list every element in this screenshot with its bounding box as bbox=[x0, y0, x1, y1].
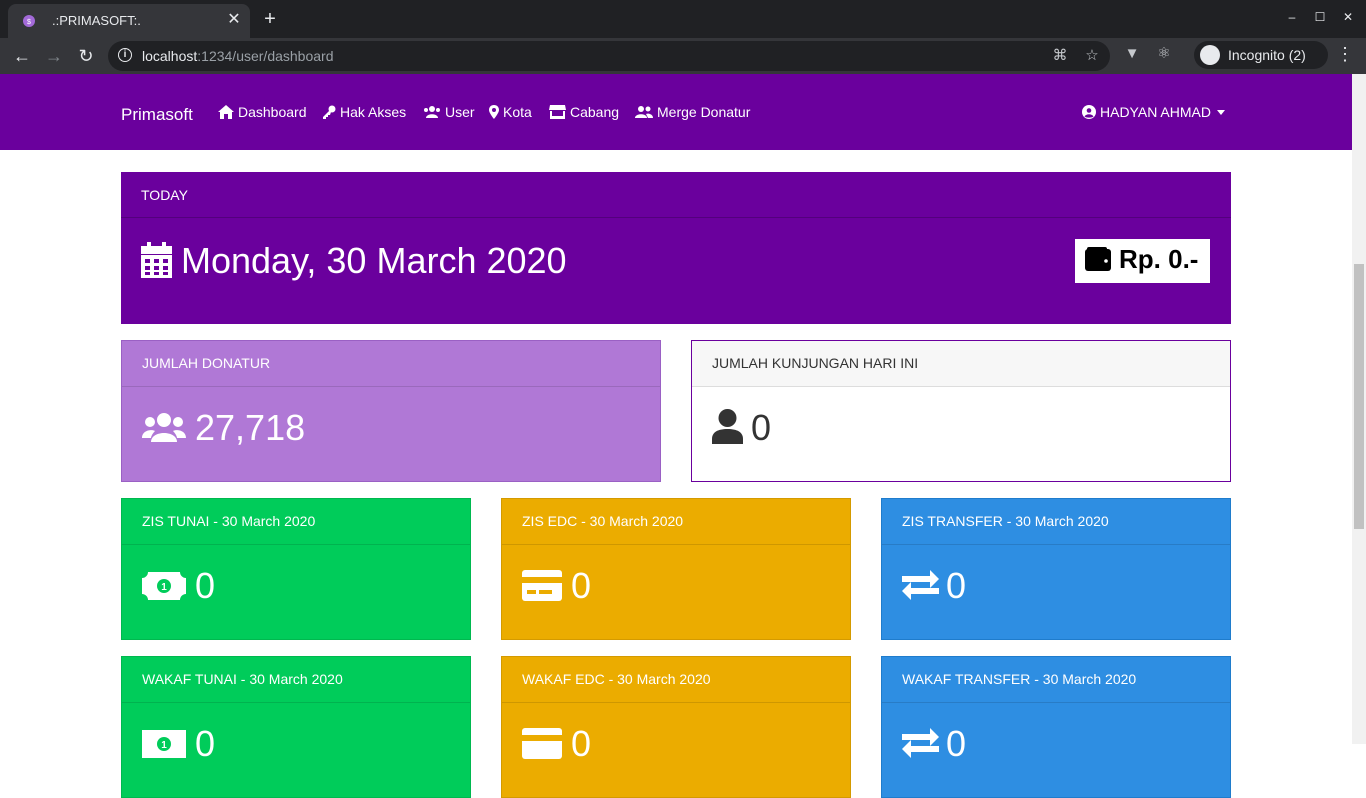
site-favicon-icon: $ bbox=[23, 15, 35, 27]
new-tab-icon[interactable]: + bbox=[258, 8, 282, 32]
site-info-icon[interactable]: i bbox=[118, 48, 132, 62]
minimize-icon[interactable]: – bbox=[1284, 10, 1300, 24]
today-card: TODAY Monday, 30 March 2020 Rp. 0.- bbox=[121, 172, 1231, 324]
zis-tunai-header-text: ZIS TUNAI - 30 March 2020 bbox=[142, 513, 316, 529]
bookmark-star-icon[interactable]: ☆ bbox=[1082, 46, 1102, 66]
translate-icon[interactable]: ⌘ bbox=[1050, 46, 1070, 66]
svg-text:$: $ bbox=[27, 19, 31, 26]
wakaf-edc-card: WAKAF EDC - 30 March 2020 0 bbox=[501, 656, 851, 798]
donatur-card: JUMLAH DONATUR 27,718 bbox=[121, 340, 661, 482]
incognito-label: Incognito (2) bbox=[1228, 47, 1306, 63]
reload-icon[interactable]: ↻ bbox=[74, 44, 98, 68]
user-icon bbox=[712, 409, 743, 444]
wakaf-transfer-value: 0 bbox=[946, 723, 967, 764]
window-close-icon[interactable]: ✕ bbox=[1340, 10, 1356, 24]
nav-cabang-label: Cabang bbox=[570, 104, 620, 120]
today-header-text: TODAY bbox=[141, 187, 188, 203]
wakaf-edc-value: 0 bbox=[571, 723, 592, 764]
nav-kota-label: Kota bbox=[503, 104, 532, 120]
wakaf-transfer-card: WAKAF TRANSFER - 30 March 2020 0 bbox=[881, 656, 1231, 798]
forward-icon[interactable]: → bbox=[42, 44, 66, 68]
wakaf-tunai-value: 0 bbox=[195, 723, 216, 764]
today-date: Monday, 30 March 2020 bbox=[181, 240, 567, 281]
vue-devtools-icon[interactable]: ▼ bbox=[1122, 44, 1142, 64]
money-bill-icon: 1 bbox=[142, 730, 186, 758]
donatur-value: 27,718 bbox=[195, 407, 306, 448]
zis-transfer-card-header: ZIS TRANSFER - 30 March 2020 bbox=[882, 499, 1230, 545]
wakaf-tunai-header-text: WAKAF TUNAI - 30 March 2020 bbox=[142, 671, 343, 687]
nav-hak-akses[interactable]: Hak Akses bbox=[322, 104, 406, 120]
nav-merge-donatur[interactable]: Merge Donatur bbox=[635, 104, 750, 120]
store-icon bbox=[549, 105, 566, 119]
nav-user[interactable]: User bbox=[423, 104, 475, 120]
address-bar[interactable]: i localhost:1234/user/dashboard ⌘ ☆ bbox=[108, 41, 1110, 71]
wakaf-tunai-card-header: WAKAF TUNAI - 30 March 2020 bbox=[122, 657, 470, 703]
zis-transfer-value: 0 bbox=[946, 565, 967, 606]
wakaf-transfer-card-header: WAKAF TRANSFER - 30 March 2020 bbox=[882, 657, 1230, 703]
zis-tunai-card: ZIS TUNAI - 30 March 2020 1 0 bbox=[121, 498, 471, 640]
kunjungan-value: 0 bbox=[751, 407, 772, 448]
nav-dashboard-label: Dashboard bbox=[238, 104, 307, 120]
home-icon bbox=[218, 105, 234, 119]
zis-edc-card: ZIS EDC - 30 March 2020 0 bbox=[501, 498, 851, 640]
wallet-icon bbox=[1085, 247, 1111, 271]
calendar-icon bbox=[141, 242, 172, 278]
zis-edc-value: 0 bbox=[571, 565, 592, 606]
key-icon bbox=[323, 105, 336, 119]
incognito-indicator[interactable]: Incognito (2) bbox=[1194, 41, 1328, 69]
today-amount-box: Rp. 0.- bbox=[1075, 239, 1210, 283]
user-dropdown[interactable]: HADYAN AHMAD bbox=[1082, 104, 1225, 120]
wakaf-edc-header-text: WAKAF EDC - 30 March 2020 bbox=[522, 671, 711, 687]
today-amount: Rp. 0.- bbox=[1119, 244, 1199, 274]
wakaf-edc-card-header: WAKAF EDC - 30 March 2020 bbox=[502, 657, 850, 703]
maximize-icon[interactable]: ☐ bbox=[1312, 10, 1328, 24]
react-devtools-icon[interactable]: ⚛ bbox=[1154, 44, 1174, 64]
users-icon bbox=[142, 413, 186, 442]
app-navbar: Primasoft Dashboard Hak Akses User Kota … bbox=[0, 74, 1352, 150]
zis-tunai-value: 0 bbox=[195, 565, 216, 606]
browser-tabbar: $ .:PRIMASOFT:. ✕ + – ☐ ✕ bbox=[0, 0, 1366, 38]
zis-edc-header-text: ZIS EDC - 30 March 2020 bbox=[522, 513, 684, 529]
money-bill-icon: 1 bbox=[142, 572, 186, 600]
svg-text:1: 1 bbox=[161, 740, 167, 751]
brand-link[interactable]: Primasoft bbox=[121, 105, 193, 125]
zis-tunai-card-header: ZIS TUNAI - 30 March 2020 bbox=[122, 499, 470, 545]
svg-text:1: 1 bbox=[161, 582, 167, 593]
zis-edc-card-header: ZIS EDC - 30 March 2020 bbox=[502, 499, 850, 545]
nav-hak-akses-label: Hak Akses bbox=[340, 104, 407, 120]
browser-tab[interactable]: $ .:PRIMASOFT:. ✕ bbox=[8, 4, 250, 38]
nav-merge-donatur-label: Merge Donatur bbox=[657, 104, 751, 120]
nav-kota[interactable]: Kota bbox=[489, 104, 532, 120]
incognito-icon bbox=[1200, 45, 1220, 65]
tab-close-icon[interactable]: ✕ bbox=[224, 10, 244, 30]
user-friends-icon bbox=[635, 106, 653, 118]
nav-dashboard[interactable]: Dashboard bbox=[218, 104, 307, 120]
donatur-card-header: JUMLAH DONATUR bbox=[122, 341, 660, 387]
exchange-icon bbox=[902, 728, 939, 758]
kunjungan-card-header: JUMLAH KUNJUNGAN HARI INI bbox=[692, 341, 1230, 387]
nav-cabang[interactable]: Cabang bbox=[549, 104, 619, 120]
exchange-icon bbox=[902, 570, 939, 600]
tab-title: .:PRIMASOFT:. bbox=[52, 13, 141, 28]
zis-transfer-header-text: ZIS TRANSFER - 30 March 2020 bbox=[902, 513, 1109, 529]
wakaf-transfer-header-text: WAKAF TRANSFER - 30 March 2020 bbox=[902, 671, 1137, 687]
page-scrollbar[interactable] bbox=[1352, 74, 1366, 744]
today-card-header: TODAY bbox=[121, 172, 1231, 218]
user-name: HADYAN AHMAD bbox=[1100, 104, 1211, 120]
wakaf-tunai-card: WAKAF TUNAI - 30 March 2020 1 0 bbox=[121, 656, 471, 798]
map-marker-icon bbox=[489, 105, 499, 119]
users-icon bbox=[424, 106, 440, 118]
kunjungan-header-text: JUMLAH KUNJUNGAN HARI INI bbox=[712, 355, 919, 371]
kunjungan-card: JUMLAH KUNJUNGAN HARI INI 0 bbox=[691, 340, 1231, 482]
url-text[interactable]: localhost:1234/user/dashboard bbox=[142, 48, 333, 64]
back-icon[interactable]: ← bbox=[10, 44, 34, 68]
scrollbar-thumb[interactable] bbox=[1354, 264, 1364, 529]
donatur-header-text: JUMLAH DONATUR bbox=[142, 355, 271, 371]
nav-user-label: User bbox=[445, 104, 475, 120]
user-circle-icon bbox=[1082, 105, 1096, 119]
chevron-down-icon bbox=[1216, 109, 1225, 115]
zis-transfer-card: ZIS TRANSFER - 30 March 2020 0 bbox=[881, 498, 1231, 640]
credit-card-icon bbox=[522, 570, 562, 601]
browser-menu-icon[interactable]: ⋮ bbox=[1336, 44, 1354, 65]
